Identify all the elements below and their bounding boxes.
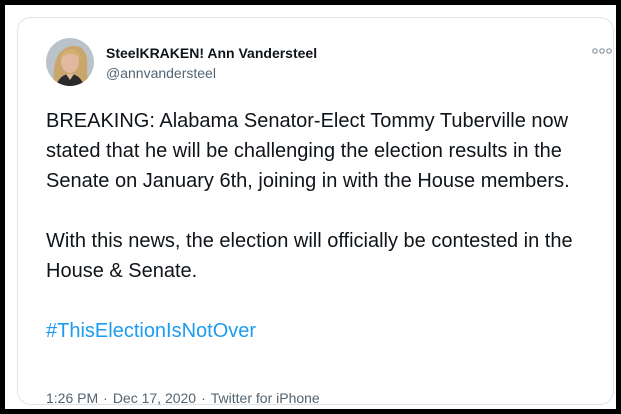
tweet-time[interactable]: 1:26 PM xyxy=(46,390,98,406)
more-horizontal-icon[interactable] xyxy=(591,44,613,58)
tweet-date[interactable]: Dec 17, 2020 xyxy=(113,390,196,406)
meta-separator: · xyxy=(201,390,206,406)
hashtag-link[interactable]: #ThisElectionIsNotOver xyxy=(46,316,611,346)
avatar[interactable] xyxy=(46,38,94,86)
user-handle[interactable]: @annvandersteel xyxy=(106,65,216,81)
tweet-source[interactable]: Twitter for iPhone xyxy=(211,390,320,406)
tweet-card: SteelKRAKEN! Ann Vandersteel @annvanders… xyxy=(17,17,614,406)
tweet-text: BREAKING: Alabama Senator-Elect Tommy Tu… xyxy=(46,106,611,346)
tweet-metadata: 1:26 PM · Dec 17, 2020 · Twitter for iPhone xyxy=(46,390,320,406)
image-frame: SteelKRAKEN! Ann Vandersteel @annvanders… xyxy=(0,0,621,414)
avatar-photo xyxy=(46,38,94,86)
display-name[interactable]: SteelKRAKEN! Ann Vandersteel xyxy=(106,45,317,61)
tweet-paragraph: BREAKING: Alabama Senator-Elect Tommy Tu… xyxy=(46,110,570,192)
tweet-paragraph: With this news, the election will offici… xyxy=(46,230,573,282)
meta-separator: · xyxy=(103,390,108,406)
